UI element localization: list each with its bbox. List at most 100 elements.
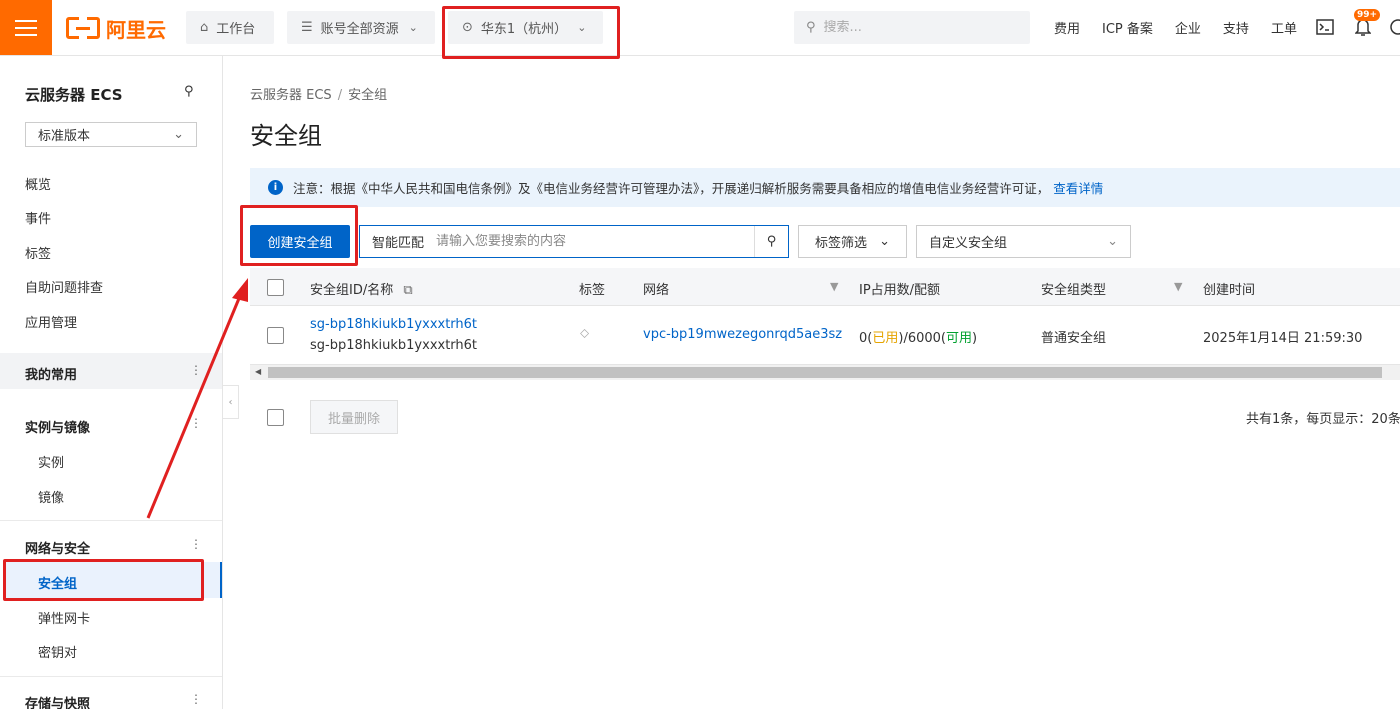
create-security-group-button[interactable]: 创建安全组 [250, 225, 350, 258]
search-mode-select[interactable]: 智能匹配 [360, 232, 436, 251]
region-dropdown[interactable]: ⊙ 华东1（杭州） ⌄ [448, 11, 603, 44]
breadcrumb-ecs[interactable]: 云服务器 ECS [250, 88, 332, 103]
notice-banner: i 注意：根据《中华人民共和国电信条例》及《电信业务经营许可管理办法》，开展递归… [250, 168, 1400, 207]
search-button[interactable]: ⚲ [754, 226, 788, 257]
more-icon[interactable]: ⋮ [190, 416, 202, 430]
sidebar-search-icon[interactable]: ⚲ [184, 84, 194, 99]
search-icon: ⚲ [806, 20, 816, 35]
sidebar-active-highlight [3, 562, 222, 598]
sidebar-title: 云服务器 ECS [25, 86, 123, 104]
workbench-label: 工作台 [216, 22, 256, 37]
page-title: 安全组 [250, 122, 322, 150]
link-support[interactable]: 支持 [1223, 18, 1249, 37]
global-search[interactable]: ⚲ [794, 11, 1030, 44]
location-pin-icon: ⊙ [462, 20, 473, 35]
tag-icon[interactable]: ⬦ [580, 326, 589, 341]
version-label: 标准版本 [38, 129, 91, 144]
table-header: 安全组ID/名称 ⧉ 标签 网络 ▼ IP占用数/配额 安全组类型 ▼ 创建时间 [250, 268, 1400, 306]
header-links: 费用 ICP 备案 企业 支持 工单 [1054, 0, 1319, 55]
link-ticket[interactable]: 工单 [1271, 18, 1297, 37]
column-header-created: 创建时间 [1203, 283, 1256, 298]
version-select[interactable]: 标准版本 ⌄ [25, 122, 197, 147]
sidebar-item-keypairs[interactable]: 密钥对 [38, 642, 77, 661]
terminal-icon[interactable] [1315, 17, 1335, 37]
sidebar: 云服务器 ECS ⚲ 标准版本 ⌄ 概览 事件 标签 自助问题排查 应用管理 我… [0, 56, 223, 709]
sidebar-collapse-button[interactable]: ‹ [223, 385, 239, 419]
bulk-select-checkbox[interactable] [267, 409, 284, 426]
sidebar-item-instances[interactable]: 实例 [38, 452, 64, 471]
scroll-left-arrow-icon[interactable]: ◀ [255, 367, 261, 376]
chevron-down-icon: ⌄ [577, 21, 587, 34]
info-icon: i [268, 180, 283, 195]
stack-icon: ☰ [301, 20, 313, 35]
pagination-info: 共有1条，每页显示：20条 [1246, 412, 1400, 427]
link-icp[interactable]: ICP 备案 [1102, 18, 1153, 37]
search-input[interactable] [436, 226, 754, 257]
bulk-delete-button[interactable]: 批量删除 [310, 400, 398, 434]
sidebar-group-instances[interactable]: 实例与镜像 [25, 417, 90, 436]
scrollbar-thumb[interactable] [268, 367, 1382, 378]
logo[interactable]: 阿里云 [66, 14, 166, 42]
horizontal-scrollbar[interactable]: ◀ [250, 365, 1400, 380]
resources-label: 账号全部资源 [320, 22, 399, 37]
sidebar-group-favorites[interactable]: 我的常用 [25, 364, 77, 383]
ip-used-label: 已用 [872, 331, 899, 346]
sidebar-item-overview[interactable]: 概览 [25, 174, 51, 193]
chevron-down-icon: ⌄ [173, 127, 184, 142]
notice-text: 注意：根据《中华人民共和国电信条例》及《电信业务经营许可管理办法》，开展递归解析… [293, 181, 1050, 196]
row-checkbox[interactable] [267, 327, 284, 344]
chevron-down-icon: ⌄ [879, 234, 890, 249]
network-link[interactable]: vpc-bp19mwezegonrqd5ae3sz [643, 327, 842, 342]
sidebar-item-troubleshoot[interactable]: 自助问题排查 [25, 277, 103, 296]
sidebar-group-network[interactable]: 网络与安全 [25, 538, 90, 557]
column-header-id: 安全组ID/名称 ⧉ [310, 279, 413, 298]
tag-filter-label: 标签筛选 [815, 236, 868, 251]
search-icon: ⚲ [766, 234, 777, 249]
breadcrumb-current: 安全组 [348, 88, 388, 103]
table-row: sg-bp18hkiukb1yxxxtrh6t sg-bp18hkiukb1yx… [250, 306, 1400, 365]
security-group-type: 普通安全组 [1041, 331, 1107, 346]
chevron-down-icon: ⌄ [1107, 234, 1118, 249]
more-icon[interactable]: ⋮ [190, 363, 202, 377]
copy-icon[interactable]: ⧉ [403, 283, 412, 298]
sidebar-item-images[interactable]: 镜像 [38, 487, 64, 506]
region-label: 华东1（杭州） [480, 22, 568, 37]
sidebar-item-app-management[interactable]: 应用管理 [25, 312, 77, 331]
filter-icon[interactable]: ▼ [830, 280, 838, 293]
ip-usage: 0(已用)/6000(可用) [859, 331, 978, 346]
top-bar: 阿里云 ⌂ 工作台 ☰ 账号全部资源 ⌄ ⊙ 华东1（杭州） ⌄ ⚲ 费用 IC… [0, 0, 1400, 56]
sidebar-item-events[interactable]: 事件 [25, 208, 51, 227]
search-filter: 智能匹配 ⚲ [359, 225, 789, 258]
sidebar-item-tags[interactable]: 标签 [25, 243, 51, 262]
menu-button[interactable] [0, 0, 52, 55]
hamburger-icon [15, 19, 37, 36]
column-label-id: 安全组ID/名称 [310, 283, 394, 298]
aliyun-logo-icon [66, 16, 100, 40]
link-enterprise[interactable]: 企业 [1175, 18, 1201, 37]
resources-dropdown[interactable]: ☰ 账号全部资源 ⌄ [287, 11, 435, 44]
sidebar-item-security-groups[interactable]: 安全组 [38, 573, 77, 592]
security-group-name: sg-bp18hkiukb1yxxxtrh6t [310, 338, 478, 353]
group-type-select[interactable]: 自定义安全组 ⌄ [916, 225, 1131, 258]
column-header-type: 安全组类型 [1041, 283, 1107, 298]
home-icon: ⌂ [200, 20, 209, 35]
logo-text: 阿里云 [106, 17, 166, 42]
column-header-ip: IP占用数/配额 [859, 283, 941, 298]
more-icon[interactable]: ⋮ [190, 537, 202, 551]
workbench-button[interactable]: ⌂ 工作台 [186, 11, 274, 44]
more-icon[interactable]: ⋮ [190, 692, 202, 706]
filter-icon[interactable]: ▼ [1174, 280, 1182, 293]
sidebar-item-eni[interactable]: 弹性网卡 [38, 608, 90, 627]
ip-quota-label: 可用 [946, 331, 973, 346]
security-group-id-link[interactable]: sg-bp18hkiukb1yxxxtrh6t [310, 317, 477, 332]
global-search-input[interactable] [823, 20, 1014, 35]
sidebar-divider [0, 676, 222, 677]
help-icon[interactable] [1388, 17, 1400, 37]
notice-details-link[interactable]: 查看详情 [1053, 178, 1103, 197]
column-header-tags: 标签 [579, 283, 606, 298]
select-all-checkbox[interactable] [267, 279, 284, 296]
link-fees[interactable]: 费用 [1054, 18, 1080, 37]
sidebar-group-storage[interactable]: 存储与快照 [25, 693, 90, 709]
tag-filter-dropdown[interactable]: 标签筛选 ⌄ [798, 225, 907, 258]
sidebar-divider [0, 520, 222, 521]
